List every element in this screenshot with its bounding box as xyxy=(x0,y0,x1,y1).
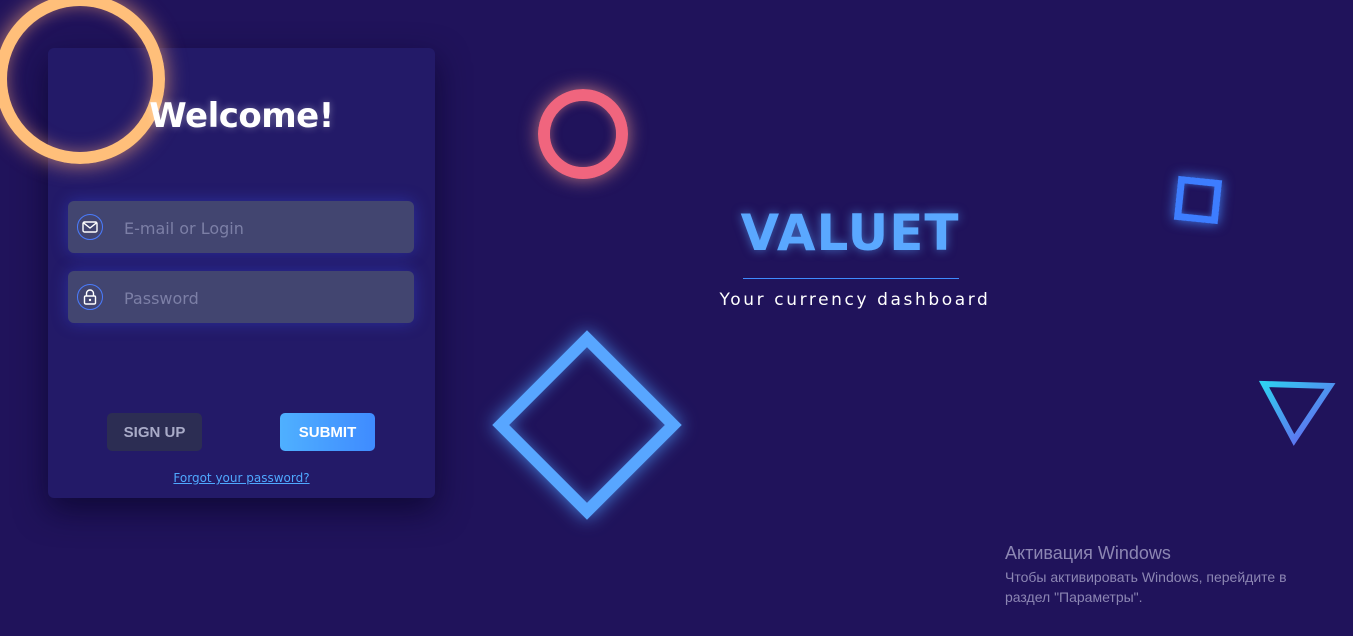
welcome-title: Welcome! xyxy=(149,96,334,136)
brand-divider xyxy=(743,278,959,279)
mail-icon xyxy=(77,214,103,240)
windows-activation-line1: Чтобы активировать Windows, перейдите в xyxy=(1005,569,1287,585)
brand-title: VALUET xyxy=(740,204,960,262)
blue-diamond-decoration xyxy=(492,330,682,520)
pink-ring-decoration xyxy=(538,89,628,179)
password-input[interactable] xyxy=(122,271,406,325)
windows-activation-title: Активация Windows xyxy=(1005,543,1171,563)
email-field-container[interactable] xyxy=(68,201,414,255)
triangle-decoration xyxy=(1258,380,1336,446)
password-field-container[interactable] xyxy=(68,271,414,325)
lock-icon xyxy=(77,284,103,310)
forgot-password-link[interactable]: Forgot your password? xyxy=(48,471,435,485)
windows-activation-line2: раздел "Параметры". xyxy=(1005,589,1143,605)
windows-activation-text: Чтобы активировать Windows, перейдите в … xyxy=(1005,567,1325,607)
sign-up-button[interactable]: SIGN UP xyxy=(107,413,202,451)
email-input[interactable] xyxy=(122,201,406,255)
brand-tagline: Your currency dashboard xyxy=(719,290,991,310)
submit-button[interactable]: SUBMIT xyxy=(280,413,375,451)
blue-square-decoration xyxy=(1173,175,1223,225)
